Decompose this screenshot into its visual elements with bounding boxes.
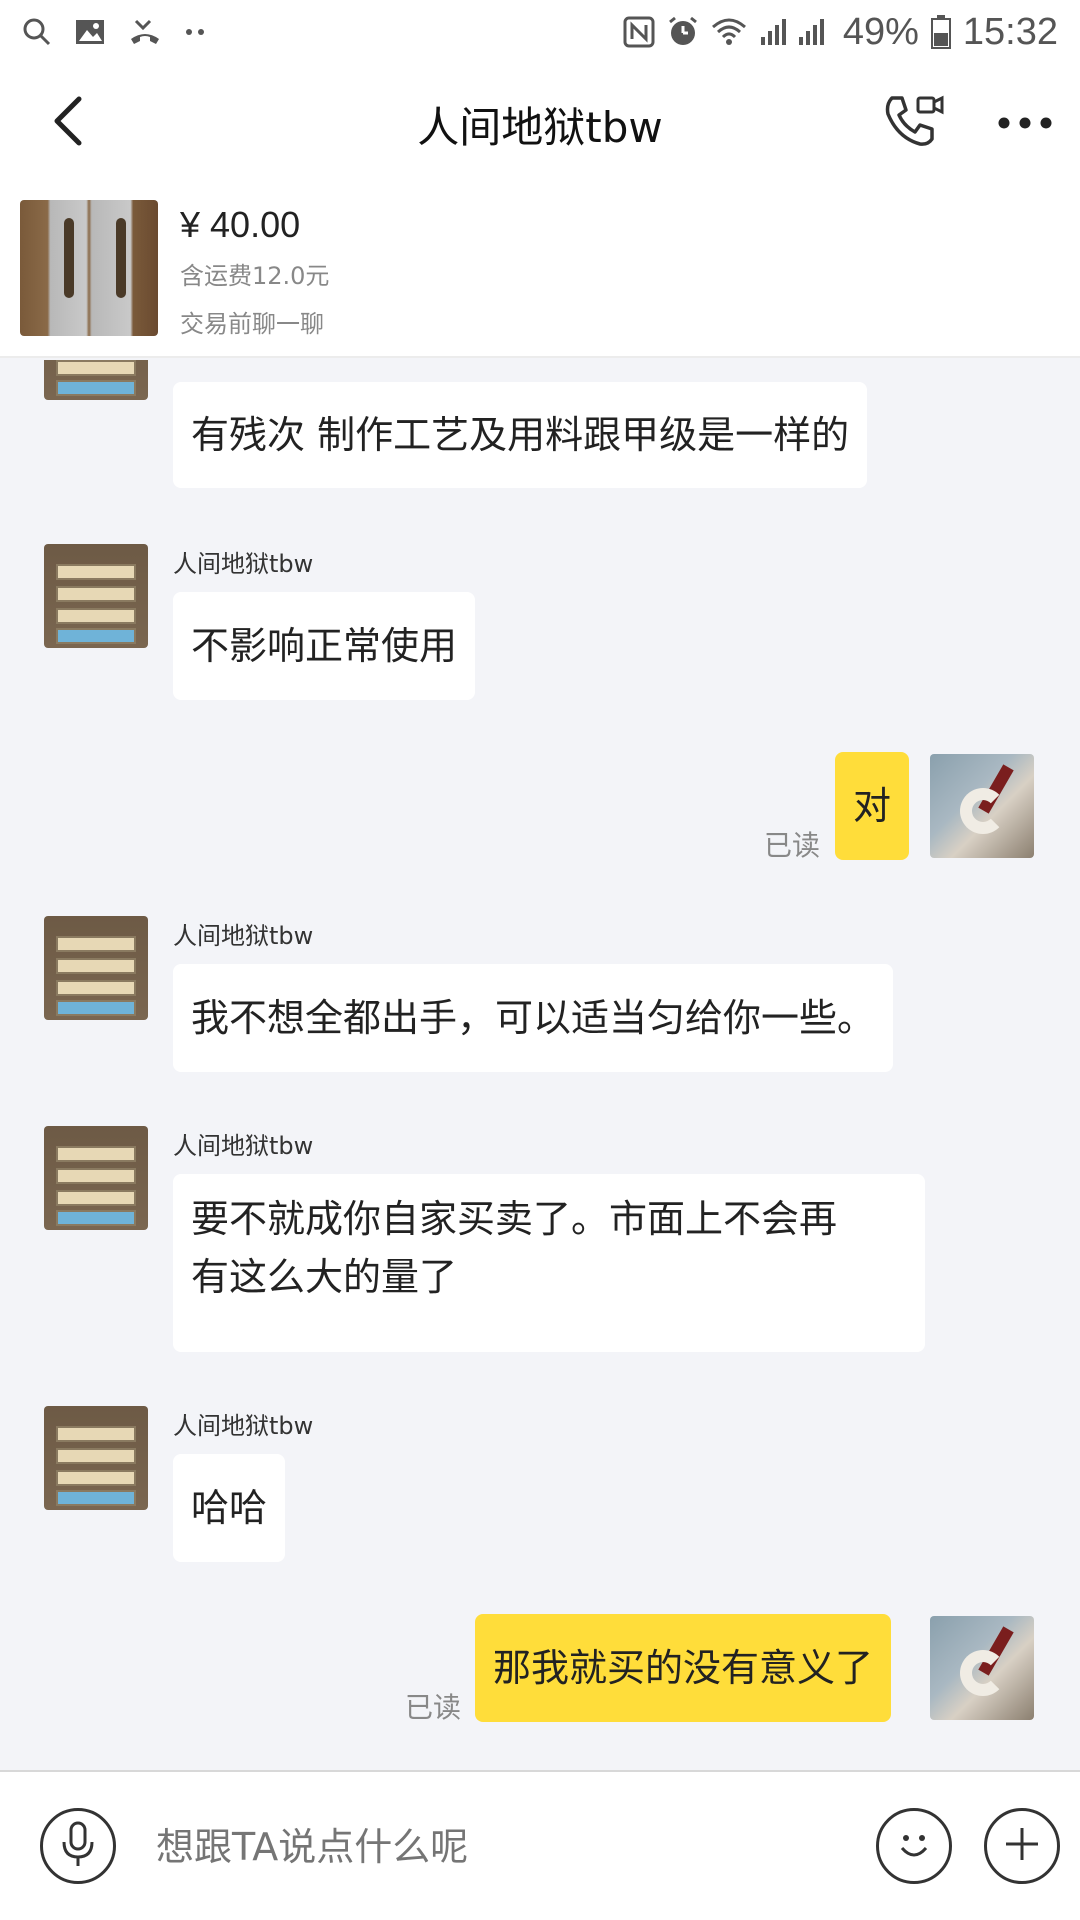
chat-header: 人间地狱tbw	[0, 64, 1080, 180]
battery-icon	[930, 15, 951, 49]
input-bar	[0, 1770, 1080, 1920]
more-actions-button[interactable]	[984, 1808, 1060, 1884]
product-price: ¥ 40.00	[180, 204, 301, 245]
emoji-button[interactable]	[876, 1808, 952, 1884]
message-bubble[interactable]: 我不想全都出手，可以适当匀给你一些。	[173, 964, 894, 1072]
sender-name: 人间地狱tbw	[173, 922, 314, 950]
sender-name: 人间地狱tbw	[173, 1412, 314, 1440]
phone-video-icon	[882, 92, 944, 154]
message-line: 有这么大的量了	[191, 1255, 458, 1299]
product-chat-hint: 交易前聊一聊	[180, 310, 324, 338]
search-icon	[22, 17, 52, 47]
voice-button[interactable]	[40, 1808, 116, 1884]
microphone-icon	[60, 1820, 96, 1872]
product-shipping: 含运费12.0元	[180, 262, 330, 290]
status-bar: 49% 15:32	[0, 0, 1080, 64]
product-thumbnail[interactable]	[20, 200, 158, 336]
avatar[interactable]	[44, 1126, 148, 1230]
image-icon	[74, 17, 106, 47]
signal-icon	[759, 17, 831, 47]
alarm-icon	[667, 16, 699, 48]
avatar[interactable]	[44, 544, 148, 648]
my-avatar[interactable]	[930, 754, 1034, 858]
plus-icon	[1002, 1824, 1042, 1868]
my-avatar[interactable]	[930, 1616, 1034, 1720]
battery-percent: 49%	[842, 10, 919, 53]
wifi-icon	[711, 17, 747, 47]
sender-name: 人间地狱tbw	[173, 1132, 314, 1160]
call-button[interactable]	[878, 88, 948, 158]
message-bubble-mine[interactable]: 那我就买的没有意义了	[475, 1614, 892, 1722]
more-dots-icon	[184, 27, 208, 37]
sender-name: 人间地狱tbw	[173, 550, 314, 578]
avatar[interactable]	[44, 360, 148, 400]
status-left	[22, 17, 208, 47]
message-bubble[interactable]: 不影响正常使用	[173, 592, 476, 700]
more-icon	[997, 115, 1053, 134]
emoji-icon	[892, 1822, 936, 1870]
clock: 15:32	[962, 10, 1058, 53]
read-receipt: 已读	[764, 829, 821, 862]
message-bubble-mine[interactable]: 对	[835, 752, 910, 860]
message-line: 要不就成你自家买卖了。市面上不会再	[191, 1197, 838, 1241]
avatar[interactable]	[44, 1406, 148, 1510]
message-bubble[interactable]: 哈哈	[173, 1454, 286, 1562]
message-list[interactable]: 有残次 制作工艺及用料跟甲级是一样的 人间地狱tbw 不影响正常使用 已读 对 …	[0, 360, 1080, 1770]
missed-call-icon	[128, 17, 162, 47]
more-button[interactable]	[990, 94, 1060, 154]
message-bubble[interactable]: 要不就成你自家买卖了。市面上不会再 有这么大的量了	[173, 1174, 925, 1352]
avatar[interactable]	[44, 916, 148, 1020]
status-right: 49% 15:32	[623, 11, 1058, 54]
message-input[interactable]	[156, 1812, 856, 1882]
read-receipt: 已读	[405, 1691, 462, 1724]
nfc-icon	[623, 16, 655, 48]
message-bubble[interactable]: 有残次 制作工艺及用料跟甲级是一样的	[173, 382, 868, 488]
product-card[interactable]: ¥ 40.00 含运费12.0元 交易前聊一聊	[0, 180, 1080, 358]
